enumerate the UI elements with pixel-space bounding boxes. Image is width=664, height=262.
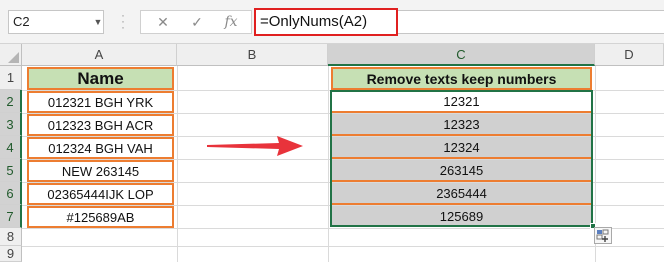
- row-header-5[interactable]: 5: [0, 159, 22, 182]
- row-header-2[interactable]: 2: [0, 90, 22, 113]
- row-header-9[interactable]: 9: [0, 246, 22, 262]
- row-header-1[interactable]: 1: [0, 66, 22, 90]
- gridline: [328, 66, 329, 262]
- row-header-7[interactable]: 7: [0, 205, 22, 228]
- cell-a5[interactable]: NEW 263145: [27, 160, 174, 182]
- column-header-c[interactable]: C: [328, 44, 595, 66]
- row-header-4[interactable]: 4: [0, 136, 22, 159]
- right-arrow-icon: [207, 136, 303, 156]
- select-all-triangle-icon: [8, 52, 19, 63]
- chevron-down-icon[interactable]: ▼: [92, 10, 104, 34]
- row-header-6[interactable]: 6: [0, 182, 22, 205]
- cell-a3[interactable]: 012323 BGH ACR: [27, 114, 174, 136]
- enter-icon[interactable]: ✓: [183, 11, 211, 33]
- name-box[interactable]: C2: [8, 10, 104, 34]
- gridline: [22, 246, 664, 247]
- gridline: [22, 228, 664, 229]
- formula-buttons: ✕ ✓ fx: [140, 10, 252, 34]
- cell-a2[interactable]: 012321 BGH YRK: [27, 91, 174, 113]
- cell-a4[interactable]: 012324 BGH VAH: [27, 137, 174, 159]
- cell-a1[interactable]: Name: [27, 67, 174, 90]
- cancel-icon[interactable]: ✕: [149, 11, 177, 33]
- row-header-8[interactable]: 8: [0, 228, 22, 246]
- cell-c1[interactable]: Remove texts keep numbers: [331, 67, 592, 90]
- cell-a6[interactable]: 02365444IJK LOP: [27, 183, 174, 205]
- row-header-3[interactable]: 3: [0, 113, 22, 136]
- column-header-a[interactable]: A: [22, 44, 177, 66]
- cell-a7[interactable]: #125689AB: [27, 206, 174, 228]
- formula-text[interactable]: =OnlyNums(A2): [254, 8, 398, 36]
- more-options-icon: · · ·: [121, 8, 125, 34]
- column-header-d[interactable]: D: [595, 44, 664, 66]
- quick-analysis-button[interactable]: [594, 227, 612, 244]
- selection-outline: [330, 90, 593, 227]
- insert-function-icon[interactable]: fx: [217, 11, 245, 33]
- column-header-b[interactable]: B: [177, 44, 328, 66]
- quick-analysis-icon: [596, 229, 609, 242]
- gridline: [177, 66, 178, 262]
